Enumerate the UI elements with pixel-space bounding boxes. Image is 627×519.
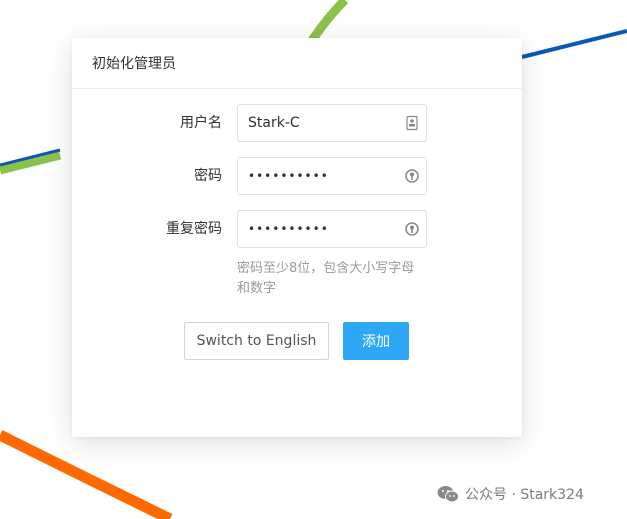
watermark-text: 公众号 · Stark324 xyxy=(465,487,584,503)
confirm-password-input[interactable] xyxy=(248,222,398,236)
add-button[interactable]: 添加 xyxy=(343,322,409,360)
password-field-wrapper xyxy=(237,157,427,195)
password-label: 密码 xyxy=(194,168,222,184)
contact-card-icon xyxy=(406,115,418,131)
confirm-password-row: 重复密码 xyxy=(72,210,522,248)
username-row: 用户名 xyxy=(72,104,522,142)
password-input[interactable] xyxy=(248,169,398,183)
confirm-password-label: 重复密码 xyxy=(166,221,222,237)
wechat-icon xyxy=(437,486,459,503)
watermark: 公众号 · Stark324 xyxy=(437,484,584,504)
key-icon[interactable] xyxy=(404,221,420,237)
password-row: 密码 xyxy=(72,157,522,195)
confirm-password-field-wrapper xyxy=(237,210,427,248)
key-icon[interactable] xyxy=(404,168,420,184)
username-field-wrapper xyxy=(237,104,427,142)
username-input[interactable] xyxy=(248,115,398,131)
username-label: 用户名 xyxy=(180,115,222,131)
dialog-title: 初始化管理员 xyxy=(72,38,522,89)
switch-language-button[interactable]: Switch to English xyxy=(184,322,329,360)
password-hint: 密码至少8位，包含大小写字母和数字 xyxy=(237,261,415,296)
init-admin-dialog: 初始化管理员 用户名 密码 重复密码 xyxy=(72,38,522,437)
